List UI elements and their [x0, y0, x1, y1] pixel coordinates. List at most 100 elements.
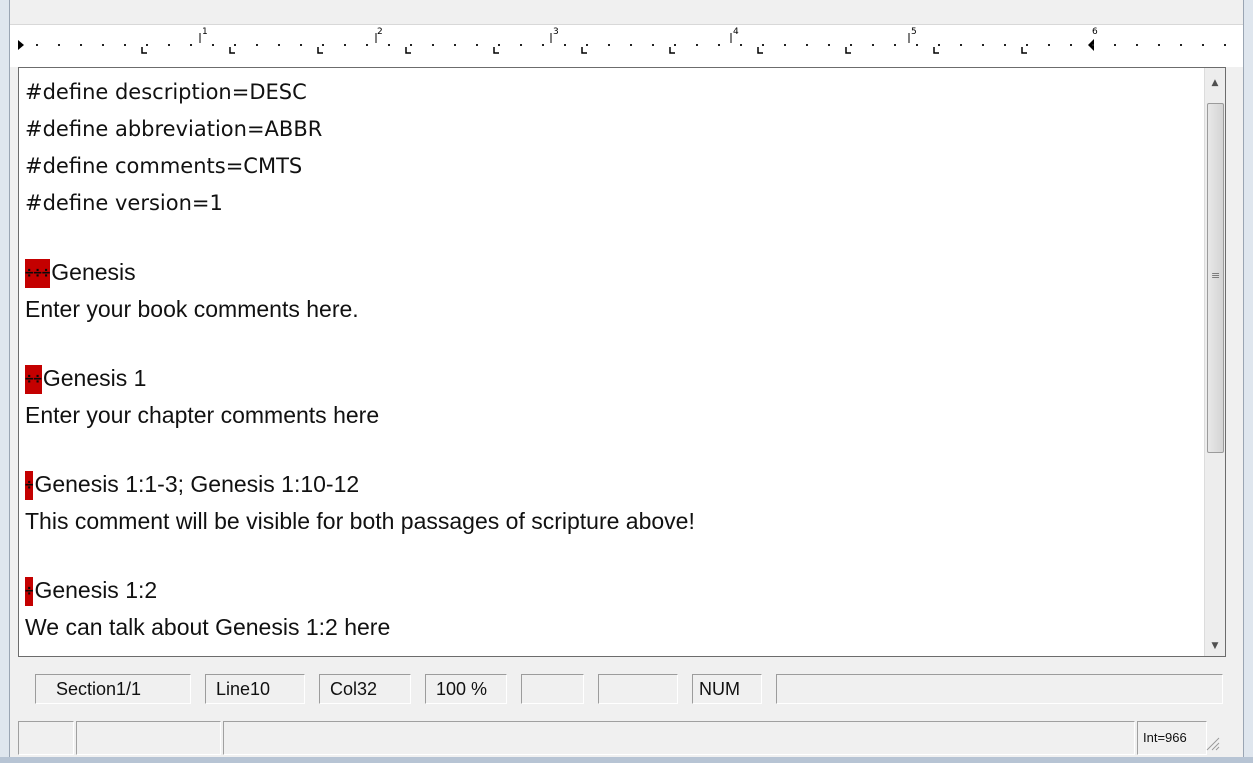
ruler-ticks: [18, 33, 1226, 54]
heading-text: Genesis 1:1-3; Genesis 1:10-12: [34, 471, 360, 497]
indent-marker-icon: [18, 40, 24, 50]
ruler-dot: [1048, 44, 1050, 46]
ruler-dot: [982, 44, 984, 46]
scrollbar-thumb[interactable]: ≡: [1207, 103, 1224, 453]
ruler-dot: [300, 44, 302, 46]
ruler-dot: [432, 44, 434, 46]
section-heading-line: ÷÷÷Genesis: [25, 254, 1205, 291]
section-marker: ÷÷: [25, 365, 42, 395]
ruler-dot: [410, 44, 412, 46]
section-heading-line: ÷Genesis 1:2: [25, 572, 1205, 609]
ruler-dot: [1180, 44, 1182, 46]
ruler-dot: [476, 44, 478, 46]
bottom-bar: Int=966: [18, 721, 1226, 757]
ruler-dot: [960, 44, 962, 46]
status-bar: Section1/1 Line10 Col32 100 % NUM: [18, 674, 1226, 704]
ruler-dot: [828, 44, 830, 46]
ruler-dot: [1224, 44, 1226, 46]
ruler-dot: [784, 44, 786, 46]
tab-stop-icon: [229, 47, 235, 54]
ruler-dot: [740, 44, 742, 46]
ruler-dot: [212, 44, 214, 46]
ruler-dot: [168, 44, 170, 46]
ruler-dot: [872, 44, 874, 46]
ruler-dot: [124, 44, 126, 46]
ruler-dot: [146, 44, 148, 46]
text-line: #define description=DESC: [25, 80, 307, 104]
ruler-dot: [542, 44, 544, 46]
status-empty-2: [598, 674, 678, 704]
ruler-dot: [1158, 44, 1160, 46]
section-marker: ÷÷÷: [25, 259, 51, 289]
ruler-dot: [190, 44, 192, 46]
grip-icon: ≡: [1211, 269, 1221, 282]
ruler-dot: [608, 44, 610, 46]
document-text[interactable]: #define description=DESC #define abbrevia…: [25, 74, 1205, 646]
status-zoom: 100 %: [425, 674, 507, 704]
tab-stop-icon: [757, 47, 763, 54]
tab-stop-icon: [405, 47, 411, 54]
tab-stop-icon: [933, 47, 939, 54]
tab-stop-icon: [141, 47, 147, 54]
status-empty-1: [521, 674, 584, 704]
bottom-pane-1: [18, 721, 74, 755]
ruler-dot: [1004, 44, 1006, 46]
section-marker: ÷: [25, 577, 34, 607]
ruler-dot: [894, 44, 896, 46]
tab-stop-icon: [317, 47, 323, 54]
ruler-dot: [586, 44, 588, 46]
section-heading-line: ÷Genesis 1:1-3; Genesis 1:10-12: [25, 466, 1205, 503]
bottom-pane-2: [76, 721, 221, 755]
ruler-dot: [58, 44, 60, 46]
ruler-dot: [1026, 44, 1028, 46]
resize-grip-icon[interactable]: [1204, 735, 1220, 751]
status-empty-3: [776, 674, 1223, 704]
bottom-pane-3: [223, 721, 1135, 755]
tab-stop-icon: [493, 47, 499, 54]
ruler-dot: [278, 44, 280, 46]
vertical-scrollbar[interactable]: ▲ ≡ ▼: [1204, 68, 1225, 656]
scroll-up-arrow-icon[interactable]: ▲: [1205, 73, 1225, 93]
ruler-dot: [454, 44, 456, 46]
ruler-dot: [1070, 44, 1072, 46]
text-line: We can talk about Genesis 1:2 here: [25, 614, 391, 640]
ruler-dot: [388, 44, 390, 46]
ruler-dot: [806, 44, 808, 46]
ruler[interactable]: 1 2 3 4 5 6: [10, 24, 1243, 67]
ruler-dot: [762, 44, 764, 46]
toolbar-strip: [10, 0, 1243, 24]
tab-stop-icon: [845, 47, 851, 54]
ruler-dot: [1114, 44, 1116, 46]
ruler-dot: [938, 44, 940, 46]
ruler-dot: [234, 44, 236, 46]
window-frame-right: [1243, 0, 1253, 763]
scroll-down-arrow-icon[interactable]: ▼: [1205, 636, 1225, 656]
ruler-dot: [696, 44, 698, 46]
heading-text: Genesis 1: [42, 365, 147, 391]
status-section: Section1/1: [35, 674, 191, 704]
text-line: #define comments=CMTS: [25, 154, 303, 178]
ruler-dot: [498, 44, 500, 46]
text-line: Enter your chapter comments here: [25, 402, 380, 428]
section-heading-line: ÷÷Genesis 1: [25, 360, 1205, 397]
ruler-dot: [256, 44, 258, 46]
ruler-dot: [652, 44, 654, 46]
ruler-label: 3: [553, 27, 559, 37]
ruler-label: 4: [733, 27, 739, 37]
text-line: #define version=1: [25, 191, 223, 215]
ruler-dot: [1202, 44, 1204, 46]
heading-text: Genesis 1:2: [34, 577, 158, 603]
status-column: Col32: [319, 674, 411, 704]
ruler-dot: [322, 44, 324, 46]
ruler-dot: [344, 44, 346, 46]
ruler-dot: [1092, 44, 1094, 46]
ruler-dot: [1136, 44, 1138, 46]
ruler-dot: [916, 44, 918, 46]
ruler-label: 2: [377, 27, 383, 37]
text-line: This comment will be visible for both pa…: [25, 508, 695, 534]
text-editor[interactable]: #define description=DESC #define abbrevia…: [18, 67, 1226, 657]
text-line: #define abbreviation=ABBR: [25, 117, 323, 141]
ruler-dot: [102, 44, 104, 46]
